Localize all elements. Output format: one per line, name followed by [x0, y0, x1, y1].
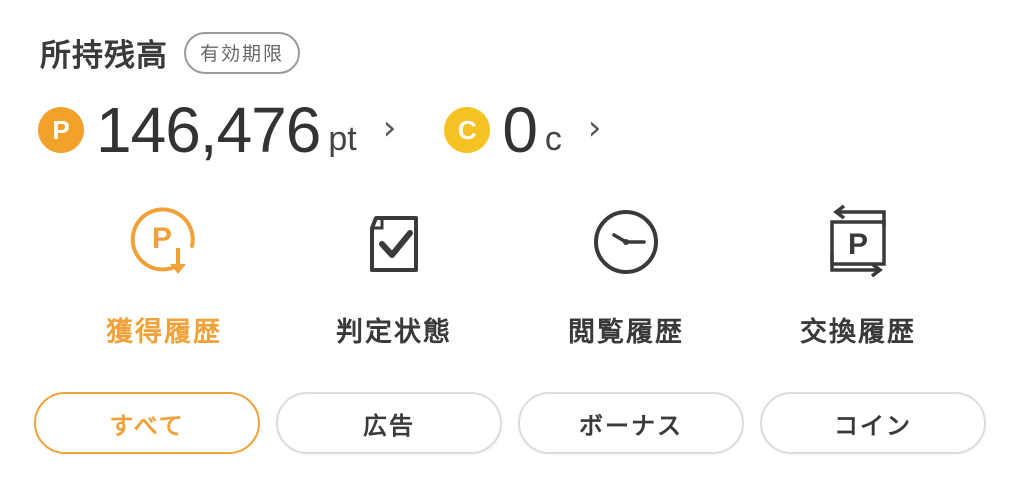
menu-item-exchange-history[interactable]: P 交換履歴 [748, 200, 968, 349]
chevron-right-icon: › [587, 108, 602, 148]
balances-row: P 146,476 pt › C 0 c › [38, 98, 602, 162]
document-check-icon [370, 216, 418, 272]
coin-balance-value: 0 [502, 94, 538, 166]
balance-title: 所持残高 [40, 38, 168, 74]
chevron-right-icon: › [382, 108, 397, 148]
clock-icon [594, 210, 658, 274]
expiry-button[interactable]: 有効期限 [184, 31, 301, 74]
coin-balance[interactable]: C 0 c › [444, 94, 602, 166]
svg-text:P: P [152, 222, 172, 255]
tab-coins[interactable]: コイン [760, 392, 986, 454]
point-exchange-icon: P [830, 204, 886, 278]
point-balance-value: 146,476 [96, 94, 321, 166]
history-menu: P 獲得履歴 判定状態 閲覧履歴 P 交換履歴 [0, 200, 1024, 350]
tab-bonus[interactable]: ボーナス [518, 392, 744, 454]
tab-ads[interactable]: 広告 [276, 392, 502, 454]
menu-item-view-history[interactable]: 閲覧履歴 [516, 200, 736, 349]
point-earn-icon: P [130, 207, 195, 274]
point-coin-icon: P [38, 107, 84, 153]
tab-all[interactable]: すべて [34, 392, 260, 454]
menu-item-earn-history[interactable]: P 獲得履歴 [54, 200, 274, 349]
svg-text:P: P [848, 228, 868, 261]
balance-page: 所持残高 有効期限 P 146,476 pt › C 0 c › P 獲得履歴 … [0, 0, 1024, 490]
balance-header: 所持残高 有効期限 [40, 30, 301, 75]
menu-label: 判定状態 [336, 317, 452, 348]
menu-item-judgement-status[interactable]: 判定状態 [284, 200, 504, 349]
menu-label: 閲覧履歴 [568, 317, 684, 348]
menu-label: 獲得履歴 [106, 317, 222, 348]
point-balance[interactable]: P 146,476 pt › [38, 98, 396, 162]
coin-icon: C [444, 107, 491, 153]
menu-label: 交換履歴 [800, 317, 916, 348]
point-balance-unit: pt [328, 119, 357, 158]
filter-tabs: すべて 広告 ボーナス コイン [34, 392, 986, 454]
coin-balance-unit: c [544, 119, 562, 158]
